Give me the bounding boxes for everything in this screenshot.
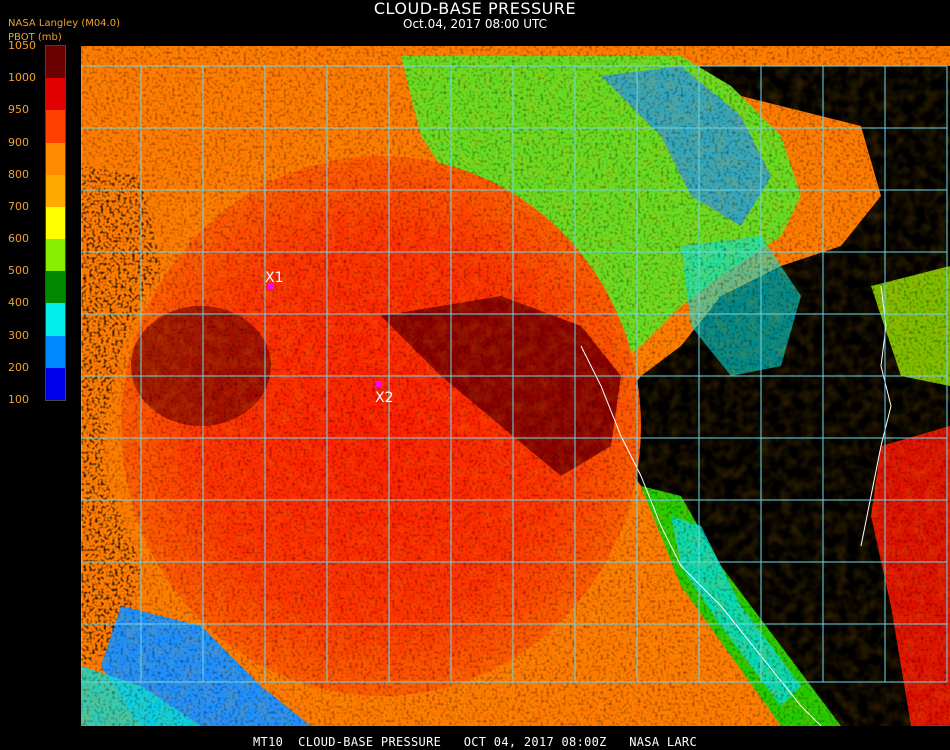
- legend-tick-label: 1050: [8, 39, 36, 52]
- legend-tick-label: 200: [8, 360, 29, 374]
- marker-x2-point: [376, 381, 382, 387]
- legend-tick-label: 900: [8, 135, 29, 149]
- map-image: X1 X2: [81, 46, 950, 726]
- legend-tick-label: 950: [8, 103, 29, 117]
- legend-swatch: [46, 46, 65, 79]
- legend-swatch: [46, 367, 65, 400]
- legend-swatch: [46, 142, 65, 175]
- legend-swatch: [46, 303, 65, 336]
- legend-swatch: [46, 206, 65, 240]
- legend-tick-label: 100: [8, 393, 29, 406]
- legend-swatch: [46, 335, 65, 368]
- legend-swatch: [46, 239, 65, 272]
- legend-tick-label: 500: [8, 264, 29, 278]
- legend-tick-label: 600: [8, 232, 29, 246]
- footer-caption: MT10 CLOUD-BASE PRESSURE OCT 04, 2017 08…: [253, 735, 697, 749]
- legend-swatch: [46, 78, 65, 111]
- legend-swatch: [46, 110, 65, 143]
- legend-tick-label: 300: [8, 328, 29, 342]
- legend-swatch: [46, 271, 65, 304]
- marker-x1-label: X1: [265, 270, 284, 286]
- legend-tick-label: 700: [8, 199, 29, 213]
- satellite-map: X1 X2: [81, 46, 950, 726]
- color-legend: [45, 45, 66, 401]
- chart-title: CLOUD-BASE PRESSURE: [373, 0, 577, 18]
- marker-x2-label: X2: [375, 390, 394, 406]
- source-label: NASA Langley (M04.0): [8, 18, 120, 29]
- chart-subtitle: Oct.04, 2017 08:00 UTC: [403, 17, 547, 31]
- legend-tick-label: 400: [8, 296, 29, 310]
- legend-tick-label: 800: [8, 167, 29, 181]
- legend-tick-label: 1000: [8, 71, 36, 85]
- legend-swatch: [46, 174, 65, 207]
